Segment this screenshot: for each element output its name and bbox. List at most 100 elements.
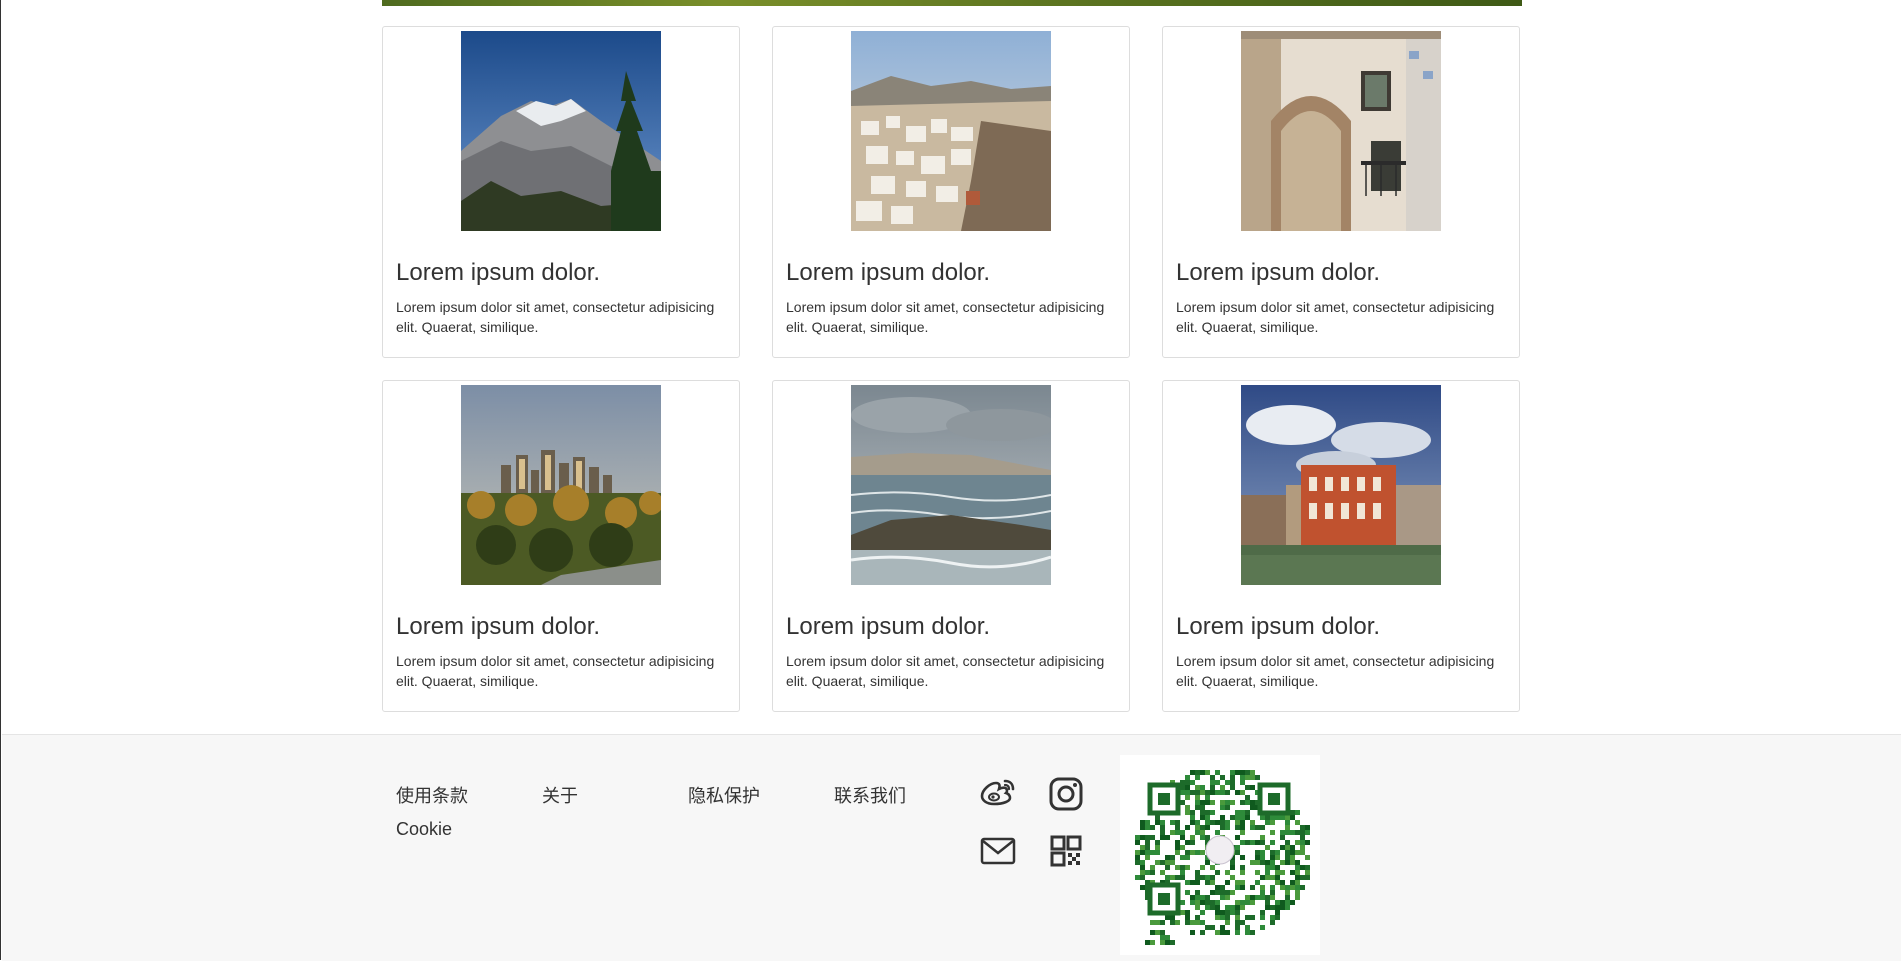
qr-module xyxy=(1190,840,1195,845)
qr-module xyxy=(1265,875,1270,880)
qr-module xyxy=(1240,905,1245,910)
qr-module xyxy=(1140,825,1145,830)
qr-module xyxy=(1155,840,1160,845)
qr-module xyxy=(1145,850,1150,855)
qr-module xyxy=(1285,905,1290,910)
qr-module xyxy=(1255,895,1260,900)
qr-module xyxy=(1260,815,1265,820)
qr-module xyxy=(1295,870,1300,875)
qr-module xyxy=(1145,835,1150,840)
qr-module xyxy=(1225,825,1230,830)
qr-module xyxy=(1275,870,1280,875)
card: Lorem ipsum dolor. Lorem ipsum dolor sit… xyxy=(382,26,740,358)
qr-module xyxy=(1185,840,1190,845)
qr-module xyxy=(1305,865,1310,870)
card-text: Lorem ipsum dolor sit amet, consectetur … xyxy=(786,653,1105,689)
qr-module xyxy=(1240,865,1245,870)
qr-module xyxy=(1240,775,1245,780)
qr-module xyxy=(1240,770,1245,775)
qr-module xyxy=(1200,785,1205,790)
qr-module xyxy=(1225,800,1230,805)
qr-module xyxy=(1165,935,1170,940)
qr-module xyxy=(1190,820,1195,825)
qr-module xyxy=(1265,870,1270,875)
qr-module xyxy=(1150,930,1155,935)
qr-module xyxy=(1280,880,1285,885)
qr-module xyxy=(1285,855,1290,860)
qr-module xyxy=(1235,915,1240,920)
qr-module xyxy=(1150,920,1155,925)
qr-module xyxy=(1305,870,1310,875)
qr-module xyxy=(1185,880,1190,885)
qr-module xyxy=(1200,865,1205,870)
qr-module xyxy=(1205,770,1210,775)
qrcode-icon[interactable] xyxy=(1046,831,1086,871)
qr-module xyxy=(1195,795,1200,800)
qr-module xyxy=(1295,810,1300,815)
qr-module xyxy=(1260,890,1265,895)
qr-module xyxy=(1205,900,1210,905)
qr-module xyxy=(1200,835,1205,840)
qr-module xyxy=(1225,870,1230,875)
banner-image-edge xyxy=(382,0,1522,6)
qr-module xyxy=(1285,845,1290,850)
qr-module xyxy=(1180,900,1185,905)
qr-module xyxy=(1235,910,1240,915)
qr-module xyxy=(1175,830,1180,835)
hillside-town-photo xyxy=(851,31,1051,231)
qr-module xyxy=(1210,790,1215,795)
qr-module xyxy=(1255,840,1260,845)
qr-module xyxy=(1290,855,1295,860)
terms-link[interactable]: 使用条款 xyxy=(396,782,468,808)
qr-module xyxy=(1215,885,1220,890)
qr-module xyxy=(1205,835,1210,840)
qr-module xyxy=(1270,855,1275,860)
qr-module xyxy=(1180,855,1185,860)
qr-module xyxy=(1190,770,1195,775)
qr-module xyxy=(1240,880,1245,885)
qr-module xyxy=(1155,815,1160,820)
qr-module xyxy=(1170,915,1175,920)
qr-module xyxy=(1190,810,1195,815)
qr-module xyxy=(1200,830,1205,835)
qr-module xyxy=(1245,925,1250,930)
qr-module xyxy=(1275,905,1280,910)
qr-module xyxy=(1200,770,1205,775)
qr-module xyxy=(1235,810,1240,815)
card-title: Lorem ipsum dolor. xyxy=(396,259,601,286)
instagram-icon[interactable] xyxy=(1046,774,1086,814)
card-text: Lorem ipsum dolor sit amet, consectetur … xyxy=(396,299,715,335)
qr-module xyxy=(1210,800,1215,805)
qr-module xyxy=(1205,820,1210,825)
qr-module xyxy=(1230,865,1235,870)
qr-module xyxy=(1235,880,1240,885)
qr-module xyxy=(1140,885,1145,890)
cookie-link[interactable]: Cookie xyxy=(396,819,452,840)
contact-link[interactable]: 联系我们 xyxy=(834,782,906,808)
weibo-icon[interactable] xyxy=(978,774,1018,814)
card-text: Lorem ipsum dolor sit amet, consectetur … xyxy=(1176,299,1495,335)
qr-module xyxy=(1250,900,1255,905)
about-link[interactable]: 关于 xyxy=(542,782,578,808)
qr-module xyxy=(1285,895,1290,900)
qr-module xyxy=(1180,870,1185,875)
qr-module xyxy=(1240,810,1245,815)
qr-module xyxy=(1195,890,1200,895)
qr-module xyxy=(1300,875,1305,880)
qr-module xyxy=(1210,785,1215,790)
qr-module xyxy=(1235,930,1240,935)
qr-module xyxy=(1175,845,1180,850)
mail-icon[interactable] xyxy=(978,831,1018,871)
qr-module xyxy=(1235,820,1240,825)
qr-module xyxy=(1290,810,1295,815)
qr-module xyxy=(1235,850,1240,855)
qr-module xyxy=(1210,880,1215,885)
qr-finder-center xyxy=(1158,893,1170,905)
qr-module xyxy=(1200,815,1205,820)
qr-module xyxy=(1190,780,1195,785)
qr-module xyxy=(1215,900,1220,905)
qr-module xyxy=(1190,815,1195,820)
qr-module xyxy=(1295,880,1300,885)
qr-module xyxy=(1275,915,1280,920)
privacy-link[interactable]: 隐私保护 xyxy=(688,782,760,808)
